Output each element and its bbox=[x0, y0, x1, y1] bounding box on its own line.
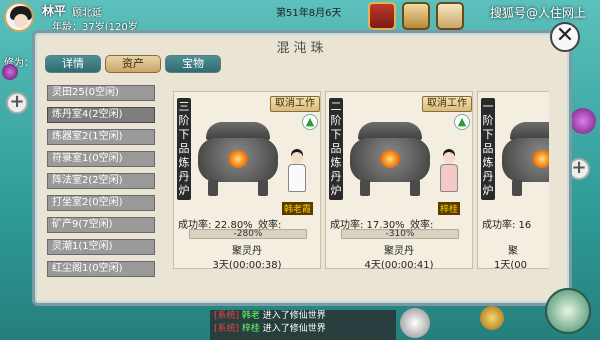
building-item-forge-room[interactable]: 炼器室2(1空闲) bbox=[47, 129, 155, 145]
progress-bar: -310% bbox=[341, 229, 459, 239]
worker-name: 梓桂 bbox=[438, 202, 461, 215]
product-name: 聚灵丹 bbox=[232, 246, 262, 257]
furnace-title: 一阶下品炼丹炉 bbox=[481, 98, 495, 200]
panel-title: 混沌珠 bbox=[276, 41, 328, 56]
building-item-spirit-field[interactable]: 灵田25(0空闲) bbox=[47, 85, 155, 101]
worker-figure bbox=[284, 152, 310, 202]
worker-figure bbox=[436, 152, 462, 202]
close-icon: ✕ bbox=[555, 23, 575, 48]
chat-message: [系统] 梓桂 进入了修仙世界 bbox=[214, 324, 326, 334]
building-item-spirit-tide[interactable]: 灵潮1(1空闲) bbox=[47, 239, 155, 255]
furnace-card: 二阶下品炼丹炉 取消工作 ▲ 梓桂 成功率: 17.30% 效率: 23.00%… bbox=[325, 91, 473, 271]
left-plus-icon[interactable]: + bbox=[6, 92, 28, 114]
furnace-icon bbox=[346, 122, 434, 198]
furnace-card: 三阶下品炼丹炉 取消工作 ▲ 韩老霞 成功率: 22.80% 效率: 48.00… bbox=[173, 91, 321, 271]
furnace-card: 一阶下品炼丹炉 成功率: 16 聚 1天(00 bbox=[477, 91, 549, 271]
building-item-talisman-room[interactable]: 符箓室1(0空闲) bbox=[47, 151, 155, 167]
tab-details[interactable]: 详情 bbox=[45, 55, 101, 73]
game-date: 第51年8月6天 bbox=[276, 8, 342, 19]
chat-message: [系统] 韩老 进入了修仙世界 bbox=[214, 311, 326, 321]
furnace-title: 二阶下品炼丹炉 bbox=[329, 98, 343, 200]
building-item-mortal-pavilion[interactable]: 红尘阁1(0空闲) bbox=[47, 261, 155, 277]
scroll-icon[interactable] bbox=[402, 2, 430, 30]
progress-bar: -280% bbox=[189, 229, 307, 239]
building-item-alchemy-room[interactable]: 炼丹室4(2空闲) bbox=[47, 107, 155, 123]
top-status-bar: 林平 顾北延 年龄：37岁(120岁 第51年8月6天 搜狐号@人住网上 bbox=[0, 0, 600, 34]
chat-log[interactable]: [系统] 韩老 进入了修仙世界 [系统] 梓桂 进入了修仙世界 bbox=[210, 310, 396, 340]
player-name: 林平 bbox=[42, 4, 67, 18]
book-icon[interactable] bbox=[436, 2, 464, 30]
cancel-work-button[interactable]: 取消工作 bbox=[422, 96, 472, 112]
building-item-formation-room[interactable]: 阵法室2(2空闲) bbox=[47, 173, 155, 189]
player-location: 顾北延 bbox=[72, 8, 102, 19]
cancel-work-button[interactable]: 取消工作 bbox=[270, 96, 320, 112]
upgrade-arrow-icon[interactable]: ▲ bbox=[302, 114, 318, 130]
character-portrait-icon[interactable] bbox=[400, 308, 430, 338]
furnace-icon bbox=[194, 122, 282, 198]
chaos-orb-panel: 混沌珠 详情 资产 宝物 灵田25(0空闲) 炼丹室4(2空闲) 炼器室2(1空… bbox=[32, 30, 572, 306]
building-item-meditation-room[interactable]: 打坐室2(0空闲) bbox=[47, 195, 155, 211]
building-item-mine[interactable]: 矿产9(7空闲) bbox=[47, 217, 155, 233]
gold-orb-icon[interactable] bbox=[480, 306, 504, 330]
product-name: 聚灵丹 bbox=[384, 246, 414, 257]
watermark: 搜狐号@人住网上 bbox=[490, 6, 587, 20]
cultivation-orb-icon bbox=[2, 64, 18, 80]
product-name: 聚 bbox=[508, 246, 518, 257]
time-left: 3天(00:00:38) bbox=[212, 260, 282, 271]
time-left: 4天(00:00:41) bbox=[364, 260, 434, 271]
sword-icon[interactable] bbox=[545, 288, 591, 334]
skill-orb-icon[interactable] bbox=[570, 108, 596, 134]
upgrade-arrow-icon[interactable]: ▲ bbox=[454, 114, 470, 130]
time-left: 1天(00 bbox=[494, 260, 527, 271]
tab-treasures[interactable]: 宝物 bbox=[165, 55, 221, 73]
furnace-cards: 三阶下品炼丹炉 取消工作 ▲ 韩老霞 成功率: 22.80% 效率: 48.00… bbox=[173, 91, 549, 271]
treasure-chest-icon[interactable] bbox=[368, 2, 396, 30]
player-avatar[interactable] bbox=[4, 2, 34, 32]
close-button[interactable]: ✕ bbox=[550, 22, 580, 52]
furnace-title: 三阶下品炼丹炉 bbox=[177, 98, 191, 200]
tab-assets[interactable]: 资产 bbox=[105, 55, 161, 73]
worker-name: 韩老霞 bbox=[282, 202, 314, 215]
success-rate: 成功率: 16 bbox=[482, 220, 532, 231]
furnace-icon bbox=[498, 122, 549, 198]
